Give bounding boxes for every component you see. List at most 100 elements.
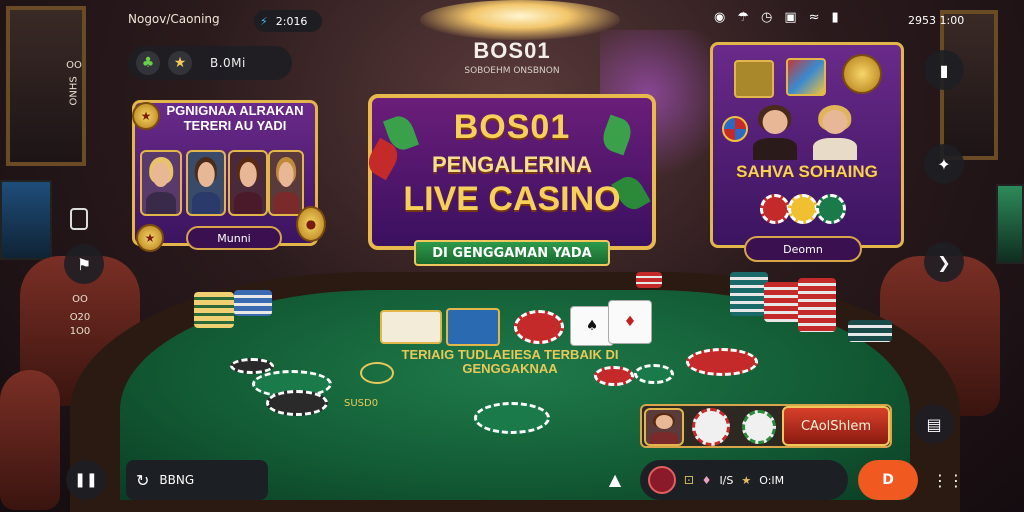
location-icon: ◉ [714,10,726,25]
avatar[interactable] [648,466,676,494]
right-panel-title: SAHVA SOHAING [736,162,878,181]
chip-icon [514,310,564,344]
seal-icon: ★ [136,224,164,252]
dealer-portrait[interactable] [748,100,802,160]
camera-icon[interactable] [70,208,88,230]
badge-icon: ● [296,206,326,242]
playing-card[interactable]: ♦ [608,300,652,344]
chip-icon [686,348,758,376]
dealer-portrait[interactable] [644,408,684,446]
chip-icon [266,390,328,416]
dots-grid-icon: ⋮⋮ [932,470,964,490]
chip-icon [788,194,818,224]
shield-icon: ☂ [737,10,749,25]
dealer-portrait[interactable] [808,100,862,160]
bottom-left-label: BBNG [159,473,195,487]
clock-icon: ◷ [761,10,773,25]
game-token[interactable] [380,310,442,344]
status-app-label: Nogov/Caoning [128,12,220,26]
dealer-portrait[interactable] [140,150,182,216]
slot-machine-left [0,180,52,260]
banner-line-3: LIVE CASINO [403,180,621,218]
chip-icon[interactable] [692,408,730,446]
side-label: O20 [69,312,91,323]
chat-button[interactable]: ⚑ [64,244,104,284]
next-button[interactable]: ❯ [924,242,964,282]
game-tile[interactable] [786,58,826,96]
brand-title: BOS01 [473,38,551,63]
share-button[interactable]: ✦ [924,144,964,184]
chip-icon [816,194,846,224]
left-panel-title: PGNIGNAA ALRAKAN TERERI AU YADI [166,103,304,133]
status-clock: 2953 1:00 [908,14,965,27]
seal-icon: ★ [132,102,160,130]
action-button[interactable]: CAolShlem [782,406,890,446]
menu-button[interactable]: ▮ [924,50,964,90]
brand-subtitle: SOBOEHM ONSBNON [464,66,560,76]
chip-stack [234,290,272,316]
chip-icon [230,358,274,374]
side-label: OO [66,60,82,71]
chip-icon[interactable] [742,410,776,444]
clipboard-icon: ▤ [926,414,942,434]
dealer-portrait[interactable] [268,150,304,216]
top-left-pill[interactable]: ♣ ★ B.0Mi [128,46,292,80]
history-button[interactable]: ▤ [914,404,954,444]
refresh-icon: ↻ [136,470,150,490]
chip-stack [730,272,768,316]
bottom-left-pill[interactable]: ↻ BBNG [126,460,268,500]
felt-text: TERIAIG TUDLAEIESA TERBAIK DI GENGGAKNAA [401,347,619,377]
wifi-icon: ≈ [808,10,820,25]
bottom-right-pill[interactable]: ⚀ ♦ I/S ★ O:IM [640,460,848,500]
dealer-portrait[interactable] [186,150,226,216]
cards-icon: ♦ [701,473,712,487]
coin-icon [842,54,882,94]
chandelier [420,0,620,40]
more-menu-button[interactable]: ⋮⋮ [932,470,964,490]
flag-icon: ⚑ [76,254,92,274]
side-label: 1O0 [69,326,91,337]
top-pill-label: B.0Mi [210,56,246,70]
banner-line-1: BOS01 [453,108,571,146]
status-pill-value: 2:016 [275,14,308,28]
d-icon: D [882,472,894,488]
chip-stack [798,278,836,332]
right-panel-button[interactable]: Deomn [744,236,862,262]
document-icon: ▮ [939,60,949,80]
lightning-icon: ⚡ [260,14,268,28]
chip-stack [194,292,234,328]
chip-icon [760,194,790,224]
wheel-icon [722,116,748,142]
game-token[interactable] [446,308,500,346]
card-suit: ♦ [623,314,637,330]
screenshot-icon: ▣ [784,10,797,25]
game-tile[interactable] [734,60,774,98]
signal-icon: ▮ [831,10,839,25]
star-icon[interactable]: ★ [168,51,192,75]
dice-icon: ⚀ [684,473,694,487]
side-label: OO [72,294,88,305]
slot-machine-right [996,184,1024,264]
chip-stack [848,320,892,342]
bottom-right-value-2: O:IM [759,473,785,487]
chip-stack [636,272,662,288]
status-pill[interactable]: ⚡ 2:016 [254,10,322,32]
pause-button[interactable]: ❚❚ [66,460,106,500]
clover-icon[interactable]: ♣ [136,51,160,75]
felt-small-text: SUSD0 [344,398,379,409]
chevron-right-icon: ❯ [937,252,951,272]
orange-action-button[interactable]: D [858,460,918,500]
chip-icon [474,402,550,434]
banner-ribbon: DI GENGGAMAN YADA [414,240,610,266]
bottom-right-value-1: I/S [719,473,734,487]
pinwheel-icon: ✦ [937,154,951,174]
banner-line-2: PENGALERINA [431,152,593,177]
status-icons: ◉ ☂ ◷ ▣ ≈ ▮ [714,10,839,25]
left-panel-button[interactable]: Munni [186,226,282,250]
dealer-portrait[interactable] [228,150,268,216]
chair-left-front [0,370,60,510]
trophy-icon: ★ [741,473,752,487]
upload-icon[interactable]: ▲ [602,466,628,492]
card-suit: ♠ [585,318,599,334]
side-label: ONHS [68,76,80,106]
